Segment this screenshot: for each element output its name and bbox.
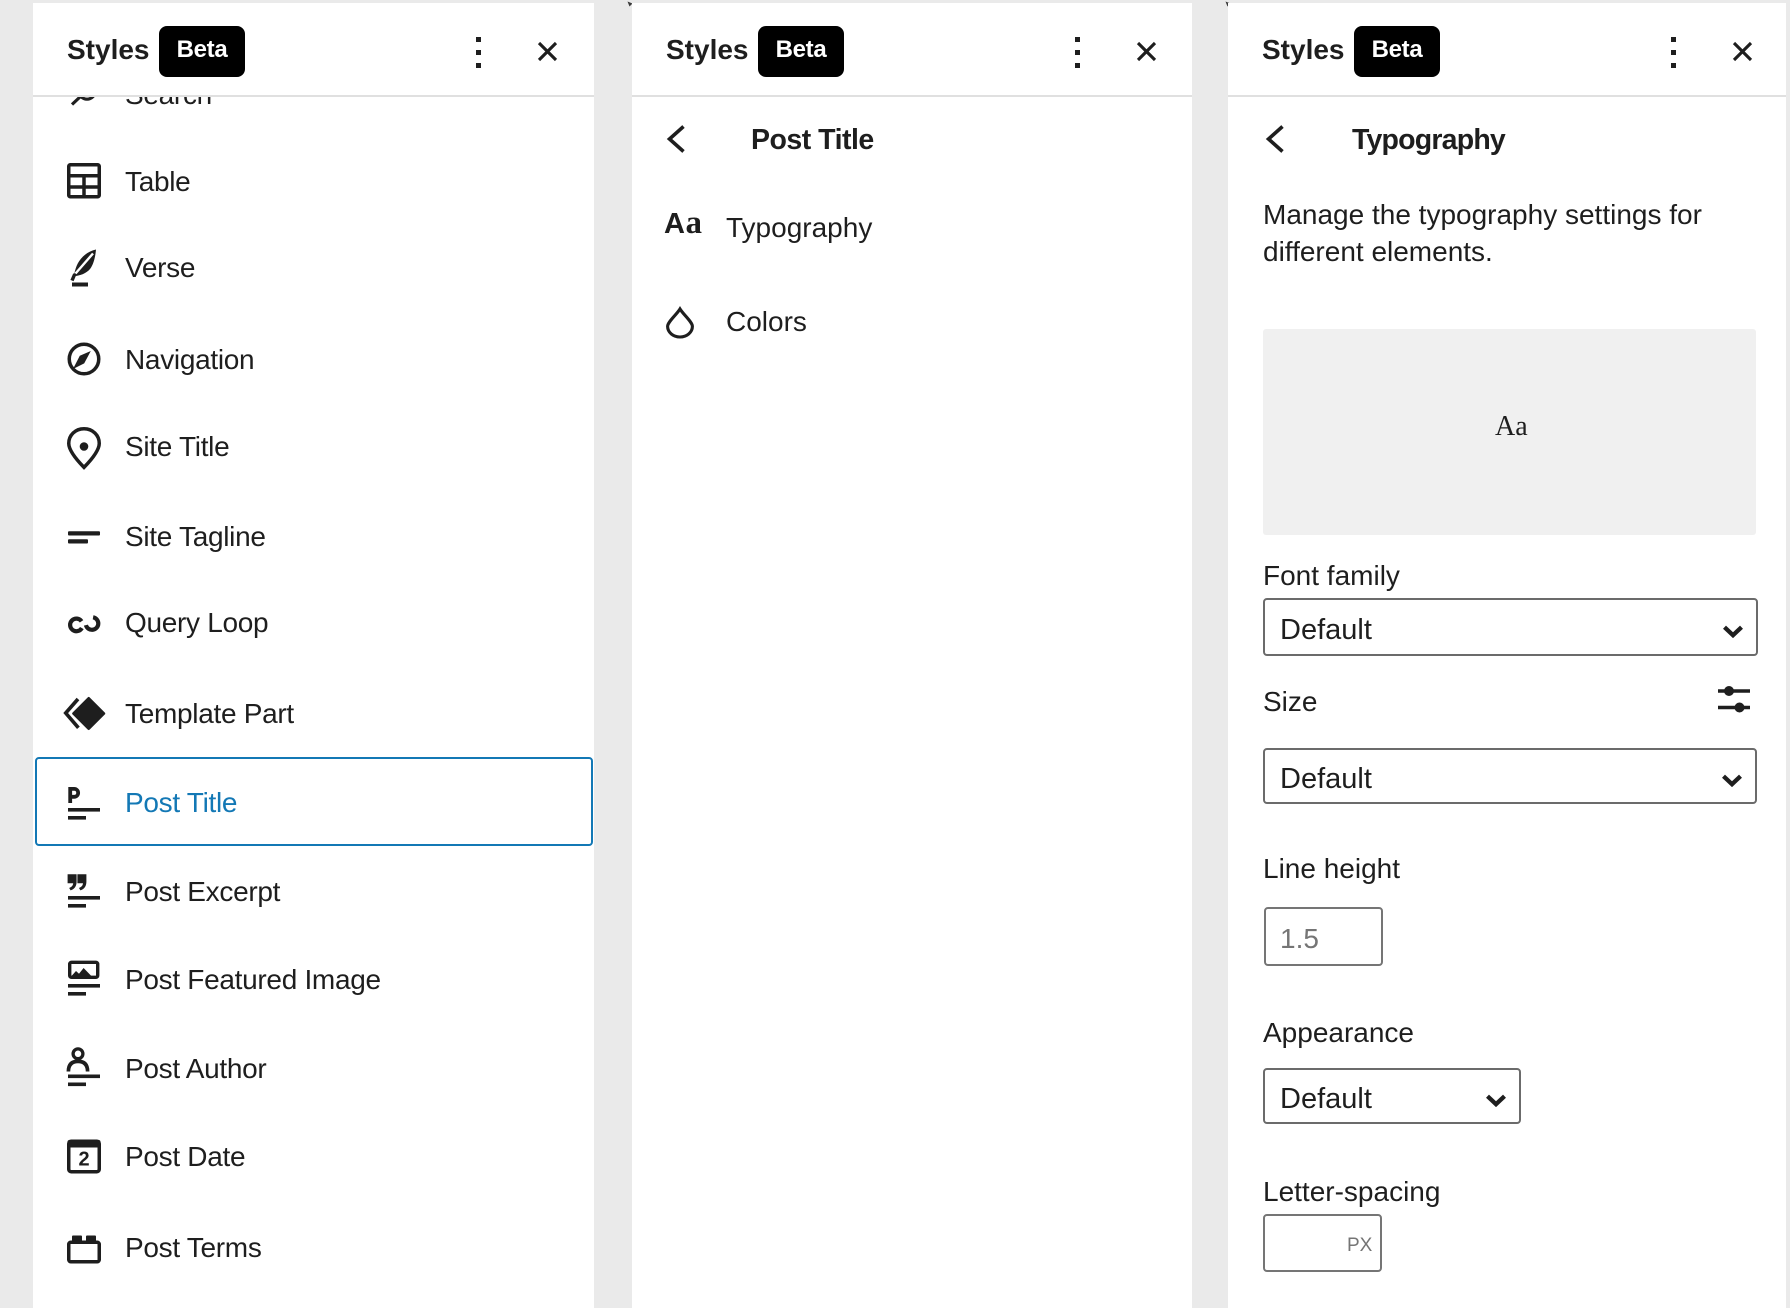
- svg-text:2: 2: [78, 1148, 89, 1170]
